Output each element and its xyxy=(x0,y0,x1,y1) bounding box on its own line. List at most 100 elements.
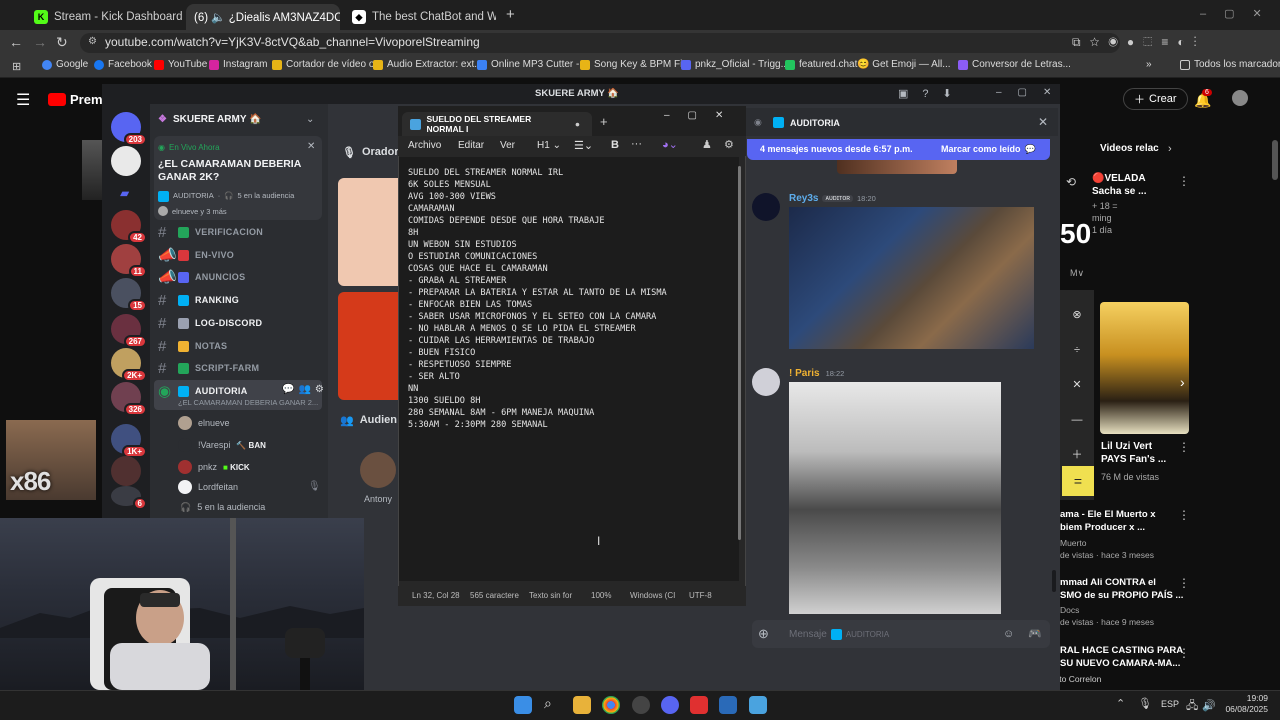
scrollbar[interactable] xyxy=(1052,570,1056,592)
youtube-thumbnail[interactable] xyxy=(82,140,102,200)
bookmark-song-key[interactable]: Song Key & BPM Fi... xyxy=(580,59,691,70)
menu-ver[interactable]: Ver xyxy=(500,140,515,151)
close-icon[interactable]: ✕ xyxy=(307,141,315,152)
window-controls-icon[interactable]: –▢✕ xyxy=(1200,7,1280,20)
notepad-icon[interactable] xyxy=(749,696,767,714)
bookmark-cortador[interactable]: Cortador de vídeo o... xyxy=(272,59,383,70)
bookmark-conversor[interactable]: Conversor de Letras... xyxy=(958,59,1071,70)
chevron-up-icon[interactable]: ⌃ xyxy=(1116,697,1125,710)
channel-en-vivo[interactable]: 📣 EN-VIVO xyxy=(158,245,234,265)
more-options-icon[interactable]: ⋮ xyxy=(1178,174,1190,188)
side-video-title[interactable]: 🔴VELADA Sacha se ... xyxy=(1092,172,1172,198)
obs-icon[interactable] xyxy=(632,696,650,714)
back-icon[interactable]: ← xyxy=(9,34,23,50)
chevron-right-icon[interactable]: › xyxy=(1168,143,1172,155)
server-icon[interactable] xyxy=(111,146,141,176)
clock[interactable]: 19:09 06/08/2025 xyxy=(1222,693,1268,715)
window-controls-icon[interactable]: –▢✕ xyxy=(996,87,1067,98)
side-video-title[interactable]: Lil Uzi Vert PAYS Fan's ... xyxy=(1101,440,1166,466)
youtube-logo[interactable]: Premi xyxy=(48,92,106,107)
chevron-down-icon[interactable]: M∨ xyxy=(1070,268,1084,279)
language-indicator[interactable]: ESP xyxy=(1161,699,1179,709)
server-icon[interactable]: 11 xyxy=(111,244,147,278)
channel-ranking[interactable]: # RANKING xyxy=(158,290,239,310)
bookmark-facebook[interactable]: Facebook xyxy=(94,59,152,70)
window-controls-icon[interactable]: –▢✕ xyxy=(664,110,741,121)
server-icon[interactable]: 1K+ xyxy=(111,424,147,458)
new-tab-icon[interactable]: + xyxy=(506,6,515,23)
server-icon[interactable]: 42 xyxy=(111,210,147,244)
heading-dropdown[interactable]: H1 ⌄ xyxy=(537,140,561,151)
menu-icon[interactable]: ☰ xyxy=(16,90,30,110)
message-image[interactable] xyxy=(789,207,1034,349)
bookmarks-more-icon[interactable]: » xyxy=(1146,59,1152,70)
video-thumbnail[interactable] xyxy=(1100,302,1189,434)
status-format[interactable]: Texto sin for xyxy=(529,591,572,600)
audience-count[interactable]: 🎧 5 en la audiencia xyxy=(180,502,265,513)
list-icon[interactable]: ☰⌄ xyxy=(574,139,593,152)
bookmark-mp3-cutter[interactable]: Online MP3 Cutter -... xyxy=(477,59,588,70)
calculator-icon[interactable] xyxy=(719,696,737,714)
unsaved-dot-icon[interactable]: ● xyxy=(575,119,580,129)
file-explorer-icon[interactable] xyxy=(573,696,591,714)
close-icon[interactable]: ✕ xyxy=(1038,115,1048,129)
avatar[interactable] xyxy=(1232,90,1248,106)
server-header[interactable]: ❖ SKUERE ARMY 🏠 xyxy=(158,114,262,125)
settings-icon[interactable]: ⚙ xyxy=(724,138,734,151)
server-icon[interactable] xyxy=(111,456,141,486)
chrome-icon[interactable] xyxy=(602,696,620,714)
more-options-icon[interactable]: ⋮ xyxy=(1178,440,1190,454)
member-pnkz[interactable]: pnkz ■ KICK xyxy=(178,460,250,474)
bookmark-pnkz[interactable]: pnkz_Oficial - Trigg... xyxy=(681,59,789,70)
search-icon[interactable]: ⌕ xyxy=(544,695,552,712)
avatar[interactable] xyxy=(752,368,780,396)
browser-tab-kick[interactable]: K Stream - Kick Dashboard ✕ xyxy=(26,4,182,30)
app-icon[interactable] xyxy=(690,696,708,714)
discord-title-icons[interactable]: ▣?⬇ xyxy=(898,87,966,100)
bookmark-youtube[interactable]: YouTube xyxy=(154,59,207,70)
server-icon[interactable]: 2K+ xyxy=(111,348,147,382)
more-options-icon[interactable]: ⋮ xyxy=(1178,646,1190,660)
add-attachment-icon[interactable]: ⊕ xyxy=(758,626,769,642)
speaker-tile[interactable] xyxy=(338,292,398,400)
site-info-icon[interactable]: ⚙ xyxy=(88,36,97,47)
menu-archivo[interactable]: Archivo xyxy=(408,140,441,151)
scrollbar[interactable] xyxy=(1272,140,1278,180)
menu-editar[interactable]: Editar xyxy=(458,140,484,151)
member-lordfeitan[interactable]: Lordfeitan xyxy=(178,480,238,494)
server-icon[interactable]: 6 xyxy=(111,486,147,510)
emoji-gif-icons[interactable]: ☺🎮 xyxy=(1003,627,1056,640)
server-icon[interactable]: 326 xyxy=(111,382,147,416)
bookmark-audio-extractor[interactable]: Audio Extractor: ext... xyxy=(373,59,483,70)
browser-tab-chatbot[interactable]: ◆ The best ChatBot and Widgets ✕ xyxy=(344,4,496,30)
forward-icon[interactable]: → xyxy=(33,34,47,50)
folder-icon[interactable]: ▰ xyxy=(120,186,129,200)
side-video-title[interactable]: ama - Ele El Muerto x biem Producer x ... xyxy=(1060,508,1156,534)
channel-anuncios[interactable]: 📣 ANUNCIOS xyxy=(158,267,245,287)
more-icon[interactable]: ··· xyxy=(631,138,642,150)
related-videos-chip[interactable]: Videos relac xyxy=(1100,143,1159,154)
message-image[interactable] xyxy=(789,382,1001,614)
channel-notas[interactable]: # NOTAS xyxy=(158,336,227,356)
network-volume-icon[interactable]: 🖧🔊 xyxy=(1186,697,1220,716)
bookmark-google[interactable]: Google xyxy=(42,59,88,70)
side-video-title[interactable]: RAL HACE CASTING PARA SU NUEVO CAMARA-MA.… xyxy=(1060,644,1183,670)
status-encoding[interactable]: UTF-8 xyxy=(689,591,712,600)
server-icon[interactable]: 15 xyxy=(111,278,147,312)
spellcheck-icon[interactable]: ♟ xyxy=(702,138,712,151)
scrollbar[interactable] xyxy=(738,166,741,540)
bold-icon[interactable]: B xyxy=(611,139,619,151)
more-options-icon[interactable]: ⋮ xyxy=(1178,576,1190,590)
more-options-icon[interactable]: ⋮ xyxy=(1178,508,1190,522)
toolbar-extensions-icon[interactable]: ⧉☆◉●⬚≡◐⋮ xyxy=(1072,35,1206,50)
mark-read-button[interactable]: Marcar como leído 💬 xyxy=(941,144,1036,155)
browser-tab-youtube[interactable]: (6) 🔈 ¿Diealis AM3NAZ4DO? 🔇 ✕ xyxy=(186,4,340,30)
new-tab-icon[interactable]: + xyxy=(600,114,608,129)
create-button[interactable]: ＋ Crear xyxy=(1123,88,1188,110)
server-icon[interactable]: 267 xyxy=(111,314,147,348)
member-varespi[interactable]: !Varespi 🔨 BAN xyxy=(178,438,266,452)
channel-script-farm[interactable]: # SCRIPT-FARM xyxy=(158,358,259,378)
notepad-text-area[interactable]: SUELDO DEL STREAMER NORMAL IRL 6K SOLES M… xyxy=(399,157,739,581)
copilot-icon[interactable]: ◕⌄ xyxy=(662,138,678,151)
status-zoom[interactable]: 100% xyxy=(591,591,611,600)
